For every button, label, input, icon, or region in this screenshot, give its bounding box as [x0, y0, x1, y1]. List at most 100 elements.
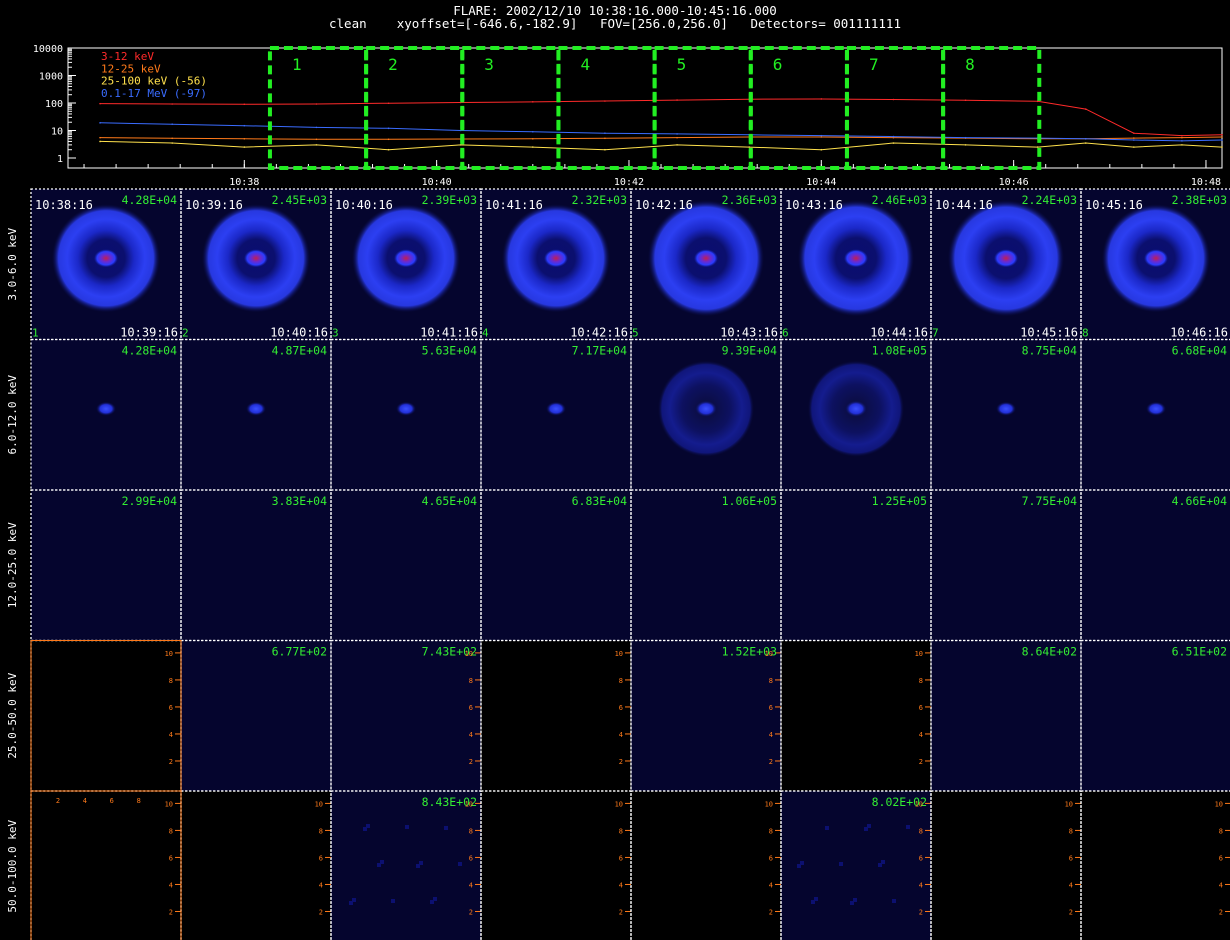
interval-box-6: [748, 46, 849, 170]
panel-interval-number: 6: [782, 327, 789, 340]
axis-tick-label: 10: [465, 650, 473, 658]
axis-tick-label: 6: [169, 704, 173, 712]
series-point: [1181, 140, 1183, 142]
interval-box-8: [941, 46, 1042, 170]
panel-interval-number: 2: [182, 327, 189, 340]
panel-max-value: 6.83E+04: [572, 494, 627, 508]
x-tick-label: 10:48: [1191, 177, 1221, 185]
series-point: [1133, 146, 1135, 148]
panel-max-value: 2.38E+03: [1172, 193, 1227, 207]
panel-max-value: 2.39E+03: [422, 193, 477, 207]
noise-pixel: [797, 864, 801, 868]
panel-end-time: 10:39:16: [120, 326, 178, 340]
y-tick-label: 10: [51, 127, 63, 138]
panel-max-value: 4.87E+04: [272, 344, 327, 358]
axis-tick-label: 4: [769, 731, 773, 739]
panel-interval-number: 5: [632, 327, 639, 340]
energy-band-label: 3.0-6.0 keV: [6, 227, 19, 300]
panel-start-time: 10:45:16: [1085, 198, 1143, 212]
axis-tick-label: 6: [469, 854, 473, 862]
axis-tick-label: 10: [465, 800, 473, 808]
legend-entry: 3-12 keV: [101, 50, 154, 63]
axis-tick-label: 2: [469, 908, 473, 916]
panel-end-time: 10:40:16: [270, 326, 328, 340]
panel-end-time: 10:44:16: [870, 326, 928, 340]
fov-label: FOV=[256.0,256.0]: [599, 16, 728, 31]
series-point: [243, 137, 246, 140]
noise-pixel: [391, 899, 395, 903]
series-point: [1221, 139, 1223, 141]
flare-source-core: [845, 400, 867, 417]
series-point: [820, 98, 823, 100]
panel-start-time: 10:39:16: [185, 198, 243, 212]
noise-pixel: [878, 863, 882, 867]
interval-number: 1: [292, 55, 302, 74]
flare-source-core: [695, 400, 717, 417]
panel-start-time: 10:43:16: [785, 198, 843, 212]
lightcurve-frame: [67, 47, 1223, 169]
flare-source-core: [546, 401, 566, 416]
panel-max-value: 1.25E+05: [872, 494, 927, 508]
axis-tick-label: 4: [1069, 881, 1073, 889]
series-point: [1084, 142, 1087, 144]
series-point: [315, 144, 318, 146]
noise-pixel: [850, 901, 854, 905]
image-panel: [931, 490, 1081, 641]
image-panel: [181, 490, 331, 641]
series-point: [387, 127, 390, 130]
axis-tick-label: 10: [615, 650, 623, 658]
series-point: [1221, 136, 1223, 138]
axis-tick-label: 2: [319, 908, 323, 916]
panel-interval-number: 3: [332, 327, 339, 340]
axis-tick-label: 10: [1065, 800, 1073, 808]
series-point: [387, 148, 390, 151]
series-point: [604, 137, 606, 140]
axis-tick-label: 6: [919, 704, 923, 712]
panel-end-time: 10:46:16: [1170, 326, 1228, 340]
series-point: [99, 136, 101, 139]
series-point: [676, 144, 678, 146]
axis-tick-label: 4: [919, 881, 923, 889]
series-point: [243, 146, 246, 148]
noise-pixel: [444, 826, 448, 830]
y-tick-label: 1: [57, 154, 63, 165]
plot-header: FLARE: 2002/12/10 10:38:16.000-10:45:16.…: [0, 0, 1230, 34]
axis-tick-label: 8: [469, 677, 473, 685]
interval-number: 7: [869, 55, 879, 74]
series-point: [315, 138, 318, 141]
axis-tick-label: 8: [1069, 827, 1073, 835]
flare-source-core: [246, 401, 266, 416]
series-point: [964, 144, 967, 146]
image-panel: [331, 640, 481, 791]
axis-tick-label: 8: [137, 797, 141, 805]
panel-max-value: 2.24E+03: [1022, 193, 1077, 207]
x-tick-label: 10:44: [806, 177, 836, 185]
flare-source-core: [396, 401, 416, 416]
panel-max-value: 4.28E+04: [122, 344, 177, 358]
panel-start-time: 10:44:16: [935, 198, 993, 212]
flare-source-core: [994, 249, 1018, 268]
series-point: [1084, 108, 1087, 110]
flare-source-core: [1144, 249, 1168, 268]
energy-band-label: 12.0-25.0 keV: [6, 522, 19, 608]
series-point: [532, 101, 534, 103]
legend-entry: 25-100 keV (-56): [101, 75, 207, 88]
panel-interval-number: 1: [32, 327, 39, 340]
axis-tick-label: 10: [915, 800, 923, 808]
axis-tick-label: 2: [169, 758, 173, 766]
x-tick-label: 10:46: [999, 177, 1029, 185]
flare-source-core: [996, 401, 1016, 416]
noise-pixel: [892, 899, 896, 903]
axis-tick-label: 2: [619, 908, 623, 916]
panel-max-value: 2.36E+03: [722, 193, 777, 207]
interval-box-2: [364, 46, 465, 170]
interval-number: 8: [965, 55, 975, 74]
noise-pixel: [839, 862, 843, 866]
image-panel: [31, 791, 181, 940]
panel-start-time: 10:42:16: [635, 198, 693, 212]
image-panel: [181, 640, 331, 791]
series-point: [676, 99, 678, 101]
series-point: [315, 126, 318, 129]
axis-tick-label: 2: [769, 908, 773, 916]
series-point: [171, 103, 173, 105]
